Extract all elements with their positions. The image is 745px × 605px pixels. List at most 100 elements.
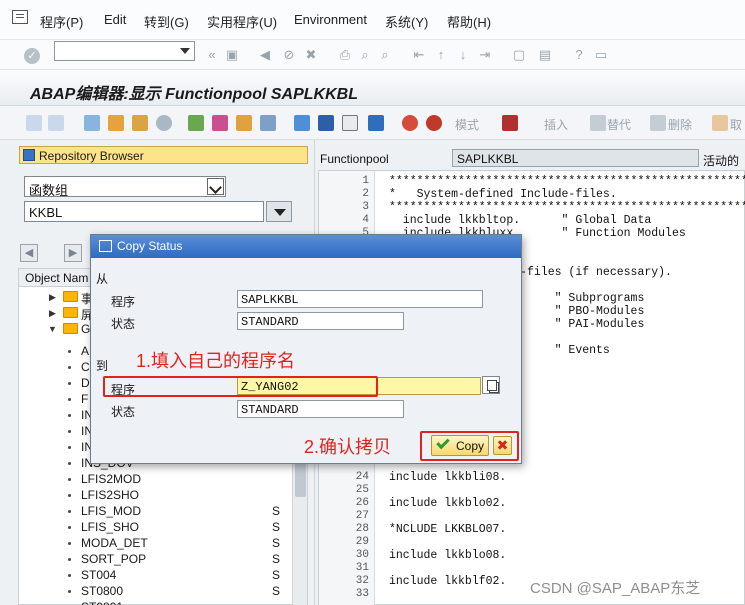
value-help-icon[interactable] [482, 376, 500, 394]
layout-icon[interactable]: ▭ [594, 48, 608, 62]
dialog-title-bar[interactable]: Copy Status [91, 235, 521, 258]
cancel-icon[interactable]: ✖ [304, 48, 318, 62]
print-icon[interactable]: ⎙ [338, 48, 352, 62]
back-icon[interactable]: ◀ [258, 48, 272, 62]
mode-label[interactable]: 模式 [455, 116, 479, 133]
tree-item[interactable]: SORT_POP [81, 552, 146, 566]
bullet-icon [68, 558, 71, 561]
menu-goto[interactable]: 转到(G) [144, 12, 189, 31]
next-page-icon[interactable]: ↓ [456, 48, 470, 62]
annotation-step1: 1.填入自己的程序名 [136, 351, 296, 371]
navigate-icon[interactable] [294, 115, 310, 131]
line-number: 27 [355, 510, 369, 522]
tree-item[interactable]: MODA_DET [81, 536, 148, 550]
tree-item[interactable]: F [81, 392, 88, 406]
info-icon[interactable] [368, 115, 384, 131]
tree-item[interactable]: LFIS2SHO [81, 488, 139, 502]
code-line[interactable]: include lkkblo02. [389, 497, 506, 510]
replace-icon[interactable] [590, 115, 606, 131]
to-status-input[interactable]: STANDARD [237, 400, 404, 418]
code-line[interactable]: include lkkblf02. [389, 575, 506, 588]
breakpoint-icon[interactable] [402, 115, 418, 131]
find-next-icon[interactable]: ⌕ [378, 48, 392, 62]
pretty-printer-icon[interactable] [236, 115, 252, 131]
code-line[interactable]: ****************************************… [389, 201, 745, 214]
chevron-down-icon[interactable] [180, 48, 190, 54]
tree-item-flag: S [272, 520, 281, 534]
collapse-caret-icon[interactable]: ▼ [48, 324, 57, 334]
tree-item[interactable]: A [81, 344, 89, 358]
object-list-icon[interactable] [188, 115, 204, 131]
forward-arrow-icon[interactable] [48, 115, 64, 131]
bullet-icon [68, 526, 71, 529]
nav-forward-button[interactable]: ▶ [64, 244, 82, 262]
code-line[interactable]: include lkkbli08. [389, 471, 506, 484]
stack-icon[interactable] [318, 115, 334, 131]
object-name-dropdown[interactable] [266, 201, 292, 222]
back-arrow-icon[interactable] [26, 115, 42, 131]
menu-app-icon[interactable] [12, 10, 28, 24]
cancel-edit-icon[interactable] [712, 115, 728, 131]
tree-item-flag: S [272, 536, 281, 550]
test-icon[interactable] [260, 115, 276, 131]
nav-back-button[interactable]: ◀ [20, 244, 38, 262]
tree-item[interactable]: ST004 [81, 568, 116, 582]
shortcut-icon[interactable]: ▤ [538, 48, 552, 62]
tree-node-label[interactable]: G [81, 322, 90, 336]
activate-icon[interactable] [108, 115, 124, 131]
cancel-label[interactable]: 取 [730, 116, 742, 133]
tree-item[interactable]: ST0801 [81, 600, 123, 605]
tree-item[interactable]: LFIS2MOD [81, 472, 141, 486]
chevron-down-icon[interactable] [207, 178, 224, 195]
code-line[interactable]: include lkkbltop. " Global Data [389, 214, 651, 227]
dialog-window-icon [99, 240, 112, 252]
menu-bar: 程序(P) Edit 转到(G) 实用程序(U) Environment 系统(… [0, 0, 745, 40]
command-field[interactable] [54, 41, 195, 61]
tree-item[interactable]: C [81, 360, 90, 374]
where-used-icon[interactable] [156, 115, 172, 131]
tree-item[interactable]: LFIS_MOD [81, 504, 141, 518]
enter-icon[interactable]: ✓ [24, 48, 40, 64]
pattern-icon[interactable] [212, 115, 228, 131]
tree-item[interactable]: LFIS_SHO [81, 520, 139, 534]
check-icon[interactable] [132, 115, 148, 131]
prev-page-icon[interactable]: ↑ [434, 48, 448, 62]
replace-label[interactable]: 替代 [607, 116, 631, 133]
menu-help[interactable]: 帮助(H) [447, 12, 491, 31]
code-line[interactable]: * System-defined Include-files. [389, 188, 617, 201]
line-number: 32 [355, 575, 369, 587]
repository-browser-header[interactable]: Repository Browser [19, 146, 308, 164]
menu-edit[interactable]: Edit [104, 12, 126, 27]
code-line[interactable]: *NCLUDE LKKBLO07. [389, 523, 506, 536]
new-session-icon[interactable]: ▢ [512, 48, 526, 62]
sap-gui-window: 程序(P) Edit 转到(G) 实用程序(U) Environment 系统(… [0, 0, 745, 605]
display-change-icon[interactable] [84, 115, 100, 131]
from-program-label: 程序 [111, 295, 136, 309]
expand-caret-icon[interactable]: ▶ [49, 292, 56, 303]
object-type-select[interactable]: 函数组 [24, 176, 226, 198]
stop-icon[interactable] [426, 115, 442, 131]
insert-label[interactable]: 插入 [544, 116, 568, 133]
expand-caret-icon[interactable]: ▶ [49, 308, 56, 319]
help-icon[interactable]: ? [572, 48, 586, 62]
code-line[interactable]: include lkkblo08. [389, 549, 506, 562]
tree-item[interactable]: D [81, 376, 90, 390]
line-number: 30 [355, 549, 369, 561]
exit-icon[interactable]: ⊘ [282, 48, 296, 62]
first-page-icon[interactable]: ⇤ [412, 48, 426, 62]
tree-item[interactable]: ST0800 [81, 584, 123, 598]
code-line[interactable]: ****************************************… [389, 175, 745, 188]
menu-environment[interactable]: Environment [294, 12, 367, 27]
menu-utilities[interactable]: 实用程序(U) [207, 12, 277, 31]
line-number: 2 [362, 188, 369, 200]
object-name-input[interactable]: KKBL [24, 201, 264, 222]
insert-icon[interactable] [502, 115, 518, 131]
last-page-icon[interactable]: ⇥ [478, 48, 492, 62]
save-icon[interactable]: ▣ [225, 48, 239, 62]
delete-label[interactable]: 删除 [668, 116, 692, 133]
menu-system[interactable]: 系统(Y) [385, 12, 428, 31]
delete-icon[interactable] [650, 115, 666, 131]
find-icon[interactable]: ⌕ [358, 48, 372, 62]
menu-program[interactable]: 程序(P) [40, 12, 83, 31]
window-icon[interactable] [342, 115, 358, 131]
